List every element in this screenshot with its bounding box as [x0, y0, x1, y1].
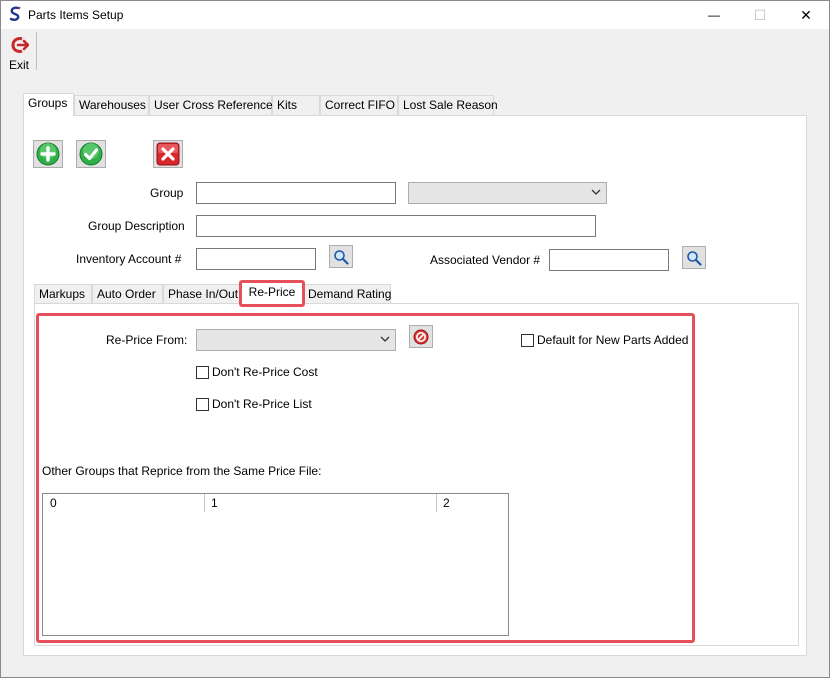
exit-icon	[11, 37, 29, 53]
tab-lost-sale-reason[interactable]: Lost Sale Reason	[398, 95, 498, 115]
tab-demand-rating[interactable]: Demand Rating	[303, 284, 391, 304]
maximize-button[interactable]: ☐	[737, 1, 783, 29]
dont-reprice-list-box[interactable]	[196, 397, 209, 411]
grid-column-divider[interactable]	[204, 494, 205, 512]
dont-reprice-cost-checkbox[interactable]: Don't Re-Price Cost	[196, 364, 318, 380]
chevron-down-icon	[591, 189, 601, 195]
group-description-input[interactable]	[196, 215, 596, 237]
associated-vendor-input[interactable]	[549, 249, 669, 271]
grid-column-1[interactable]: 1	[206, 494, 218, 512]
dont-reprice-cost-label: Don't Re-Price Cost	[212, 365, 318, 379]
add-icon	[36, 142, 60, 166]
chevron-down-icon	[380, 336, 390, 342]
re-price-from-label: Re-Price From:	[106, 333, 188, 347]
exit-button[interactable]: Exit	[5, 33, 33, 72]
dont-reprice-cost-box[interactable]	[196, 365, 209, 379]
no-entry-icon	[413, 329, 429, 344]
other-groups-grid[interactable]: 0 1 2	[42, 493, 509, 636]
default-new-parts-box[interactable]	[521, 333, 534, 347]
tab-warehouses[interactable]: Warehouses	[74, 95, 149, 115]
default-new-parts-checkbox[interactable]: Default for New Parts Added	[521, 332, 688, 348]
app-logo-icon	[9, 6, 21, 21]
inventory-account-label: Inventory Account #	[76, 252, 182, 266]
window-title: Parts Items Setup	[28, 8, 124, 22]
minimize-button[interactable]: —	[691, 1, 737, 29]
tab-kits[interactable]: Kits	[272, 95, 320, 115]
toolbar-separator	[36, 32, 37, 70]
grid-header: 0 1 2	[43, 494, 508, 512]
re-price-from-combo[interactable]	[196, 329, 396, 351]
tab-user-cross-reference[interactable]: User Cross Reference	[149, 95, 273, 115]
grid-column-2[interactable]: 2	[438, 494, 450, 512]
inventory-account-input[interactable]	[196, 248, 316, 270]
tab-auto-order[interactable]: Auto Order	[92, 284, 163, 304]
tab-phase-in-out[interactable]: Phase In/Out	[163, 284, 241, 304]
title-bar: Parts Items Setup — ☐ ✕	[1, 1, 829, 29]
tab-groups[interactable]: Groups	[23, 93, 74, 116]
default-new-parts-label: Default for New Parts Added	[537, 333, 689, 347]
save-button[interactable]	[76, 140, 106, 168]
grid-column-0[interactable]: 0	[45, 494, 57, 512]
associated-vendor-label: Associated Vendor #	[430, 253, 541, 267]
grid-column-divider[interactable]	[436, 494, 437, 512]
tab-markups[interactable]: Markups	[34, 284, 92, 304]
tab-re-price[interactable]: Re-Price	[241, 282, 303, 305]
delete-button[interactable]	[153, 140, 183, 168]
exit-label: Exit	[8, 58, 29, 72]
group-description-label: Group Description	[88, 219, 185, 233]
maximize-icon: ☐	[753, 6, 767, 23]
tab-correct-fifo[interactable]: Correct FIFO	[320, 95, 398, 115]
clear-re-price-button[interactable]	[409, 325, 433, 348]
delete-icon	[156, 142, 180, 166]
close-icon: ✕	[800, 6, 812, 23]
parts-items-setup-window: Parts Items Setup — ☐ ✕ Exit Groups Ware…	[0, 0, 830, 678]
minimize-icon: —	[708, 8, 720, 22]
other-groups-label: Other Groups that Reprice from the Same …	[42, 464, 322, 478]
dont-reprice-list-checkbox[interactable]: Don't Re-Price List	[196, 396, 312, 412]
dont-reprice-list-label: Don't Re-Price List	[212, 397, 312, 411]
associated-vendor-search-button[interactable]	[682, 246, 706, 269]
group-input[interactable]	[196, 182, 396, 204]
add-button[interactable]	[33, 140, 63, 168]
checkmark-icon	[79, 142, 103, 166]
search-icon	[687, 250, 702, 266]
group-combo[interactable]	[408, 182, 607, 204]
toolbar: Exit	[1, 29, 829, 73]
group-label: Group	[150, 186, 184, 200]
close-button[interactable]: ✕	[783, 1, 829, 29]
inventory-account-search-button[interactable]	[329, 245, 353, 268]
search-icon	[334, 249, 349, 265]
